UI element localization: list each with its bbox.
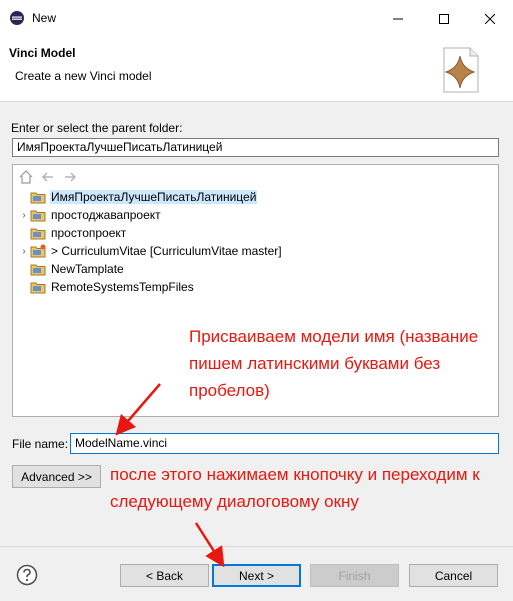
back-arrow-icon[interactable] (40, 169, 56, 185)
chevron-right-icon[interactable]: › (18, 246, 30, 257)
maximize-icon (439, 14, 449, 24)
vinci-star-icon (443, 47, 479, 93)
minimize-icon (393, 18, 403, 20)
cancel-button[interactable]: Cancel (409, 564, 498, 587)
maximize-button[interactable] (421, 0, 467, 38)
project-folder-icon (30, 264, 46, 276)
file-name-input[interactable]: ModelName.vinci (70, 433, 499, 454)
tree-item-label: ИмяПроектаЛучшеПисатьЛатиницей (50, 190, 258, 204)
tree-item-curriculum-vitae[interactable]: › > CurriculumVitae [CurriculumVitae mas… (18, 242, 283, 260)
project-folder-icon (30, 228, 46, 240)
tree-rows: ИмяПроектаЛучшеПисатьЛатиницей › простод… (18, 188, 283, 296)
advanced-button[interactable]: Advanced >> (12, 465, 101, 488)
tree-item-java-project[interactable]: › простоджавапроект (18, 206, 283, 224)
wizard-banner: Vinci Model Create a new Vinci model (0, 38, 513, 102)
wizard-title: Vinci Model (9, 46, 76, 60)
tree-item-new-template[interactable]: NewTamplate (18, 260, 283, 278)
annotation-next-hint: после этого нажимаем кнопочку и переходи… (110, 465, 480, 511)
project-folder-icon (30, 210, 46, 222)
minimize-button[interactable] (375, 0, 421, 38)
tree-item-label: NewTamplate (51, 262, 124, 276)
file-name-label: File name: (12, 437, 69, 451)
project-folder-icon (30, 192, 46, 204)
project-folder-icon (30, 282, 46, 294)
next-button[interactable]: Next > (212, 564, 301, 587)
back-button[interactable]: < Back (120, 564, 209, 587)
help-icon[interactable] (16, 564, 38, 586)
tree-item-project-root[interactable]: ИмяПроектаЛучшеПисатьЛатиницей (18, 188, 283, 206)
parent-folder-label: Enter or select the parent folder: (11, 121, 183, 135)
finish-button[interactable]: Finish (310, 564, 399, 587)
tree-item-label: RemoteSystemsTempFiles (51, 280, 194, 294)
close-icon (485, 14, 495, 24)
annotation-name-hint: Присваиваем модели имя (название пишем л… (189, 327, 479, 400)
tree-item-label: простопроект (51, 226, 127, 240)
tree-toolbar (18, 169, 78, 185)
eclipse-app-icon (10, 11, 24, 25)
home-icon[interactable] (18, 169, 34, 185)
tree-item-label: > CurriculumVitae [CurriculumVitae maste… (51, 244, 282, 258)
tree-item-remote-systems[interactable]: RemoteSystemsTempFiles (18, 278, 283, 296)
close-button[interactable] (467, 0, 513, 38)
wizard-description: Create a new Vinci model (15, 69, 152, 83)
git-project-folder-icon (30, 244, 46, 258)
divider (0, 546, 513, 547)
forward-arrow-icon[interactable] (62, 169, 78, 185)
parent-folder-input[interactable]: ИмяПроектаЛучшеПисатьЛатиницей (12, 138, 499, 157)
tree-item-simple-project[interactable]: простопроект (18, 224, 283, 242)
arrow-to-next-button (194, 522, 225, 568)
window-title: New (32, 11, 57, 25)
tree-item-label: простоджавапроект (51, 208, 161, 222)
chevron-right-icon[interactable]: › (18, 210, 30, 221)
title-bar: New (0, 0, 513, 38)
